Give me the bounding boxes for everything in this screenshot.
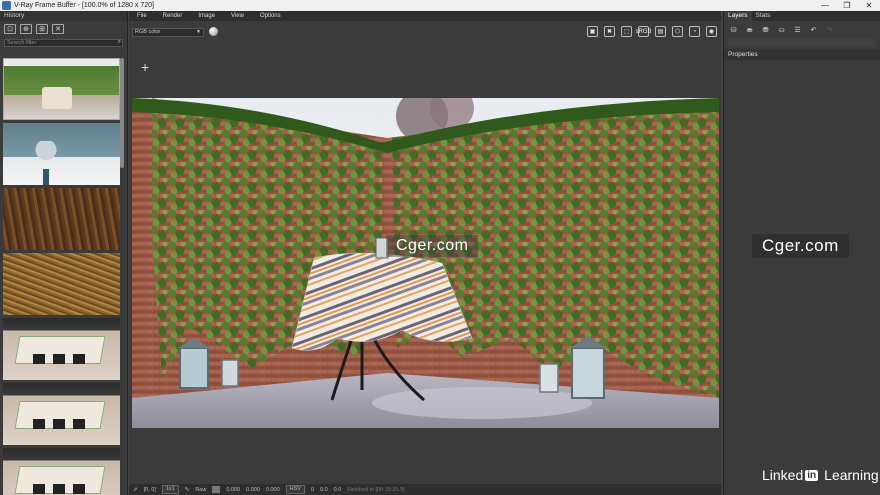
region-icon[interactable]: ⬚	[621, 26, 632, 37]
status-bar: ⇗ [0, 0] 1x1 ✎ Raw 0.000 0.000 0.000 HSV…	[129, 484, 721, 495]
menu-image[interactable]: Image	[190, 11, 223, 21]
linkedin-learning-logo: Linked in Learning	[762, 467, 879, 483]
layers-tree[interactable]	[728, 39, 876, 47]
tab-stats[interactable]: Stats	[752, 11, 775, 21]
toolbar-icons: ▣ ✖ ⬚ sRGB ▤ ⬡ ◔ ◉	[587, 26, 717, 37]
linkedin-prefix: Linked	[762, 467, 804, 483]
clear-icon[interactable]: ✖	[604, 26, 615, 37]
vray-app-icon	[2, 1, 11, 10]
maximize-button[interactable]: ❐	[836, 0, 858, 11]
history-thumbnail[interactable]	[3, 383, 120, 445]
remove-history-icon[interactable]: ✕	[52, 24, 64, 34]
search-icon: ⌕	[117, 39, 121, 45]
channel-select[interactable]: RGB color ▼	[132, 28, 204, 37]
compare-history-icon[interactable]: ⊞	[36, 24, 48, 34]
history-search-placeholder: Search filter	[7, 40, 37, 46]
zoom-select[interactable]: 1x1	[161, 485, 179, 494]
render-viewport[interactable]: +	[129, 43, 721, 484]
history-scrollbar[interactable]	[120, 58, 124, 168]
linkedin-suffix: Learning	[824, 467, 879, 483]
right-panel-tabs: Layers Stats	[724, 11, 880, 21]
linkedin-in-box: in	[805, 469, 819, 481]
cger-watermark: Cger.com	[386, 235, 479, 257]
history-search-input[interactable]: Search filter ⌕	[4, 39, 123, 47]
menu-file[interactable]: File	[129, 11, 155, 21]
history-toolbar: ⊡ ⊕ ⊞ ✕	[0, 21, 127, 39]
srgb-icon[interactable]: sRGB	[636, 26, 652, 37]
cger-watermark: Cger.com	[752, 234, 849, 258]
status-message: Finished in [00:15:25.9]	[347, 486, 405, 493]
properties-header: Properties	[724, 49, 880, 60]
channel-select-value: RGB color	[135, 29, 161, 35]
frame-buffer-toolbar: RGB color ▼ ▣ ✖ ⬚ sRGB ▤ ⬡ ◔ ◉	[129, 21, 721, 43]
hsv-s: 0.0	[320, 486, 328, 493]
layer-list-icon[interactable]: ☰	[792, 25, 803, 35]
tab-layers[interactable]: Layers	[724, 11, 752, 21]
save-icon[interactable]: ▣	[587, 26, 598, 37]
create-layer-icon[interactable]: ⛁	[728, 25, 739, 35]
hsv-h: 0	[310, 486, 315, 493]
title-bar: V-Ray Frame Buffer - [100.0% of 1280 x 7…	[0, 0, 880, 11]
garden-render-svg	[132, 98, 719, 428]
menu-view[interactable]: View	[223, 11, 252, 21]
minimize-button[interactable]: —	[814, 0, 836, 11]
history-thumbnail[interactable]	[3, 58, 120, 120]
window-title: V-Ray Frame Buffer - [100.0% of 1280 x 7…	[14, 2, 154, 9]
load-history-icon[interactable]: ⊕	[20, 24, 32, 34]
history-thumbnail[interactable]	[3, 253, 120, 315]
value-b: 0.000	[265, 486, 280, 493]
load-layers-icon[interactable]: ⛀	[776, 25, 787, 35]
stop-icon[interactable]: ⬡	[672, 26, 683, 37]
history-thumbnails	[3, 58, 120, 495]
window-controls: — ❐ ✕	[814, 0, 880, 11]
color-sphere-icon[interactable]	[209, 27, 218, 36]
menu-bar: File Render Image View Options	[129, 11, 721, 21]
undo-icon[interactable]: ↶	[808, 25, 819, 35]
pick-icon[interactable]: ⇗	[133, 487, 138, 493]
teapot-icon[interactable]: ◉	[706, 26, 717, 37]
pixel-color-swatch	[212, 486, 221, 493]
history-thumbnail[interactable]	[3, 318, 120, 380]
color-space-select[interactable]: HSV	[285, 485, 305, 494]
redo-icon[interactable]: ↷	[824, 25, 835, 35]
menu-options[interactable]: Options	[252, 11, 289, 21]
layer-toolbar: ⛁ ⛂ ⛃ ⛀ ☰ ↶ ↷	[724, 21, 880, 39]
pixel-coords: [0, 0]	[143, 486, 156, 493]
save-layers-icon[interactable]: ⛃	[760, 25, 771, 35]
chevron-down-icon: ▼	[196, 29, 201, 35]
save-to-history-icon[interactable]: ⊡	[4, 24, 16, 34]
value-g: 0.000	[246, 486, 260, 493]
value-r: 0.000	[226, 486, 241, 493]
history-thumbnail[interactable]	[3, 188, 120, 250]
menu-render[interactable]: Render	[155, 11, 191, 21]
history-thumbnail[interactable]	[3, 123, 120, 185]
lens-icon[interactable]: ▤	[655, 26, 666, 37]
history-header: History	[0, 11, 127, 21]
eyedropper-icon[interactable]: ✎	[185, 487, 190, 493]
history-panel: History ⊡ ⊕ ⊞ ✕ Search filter ⌕	[0, 11, 128, 495]
render-icon[interactable]: ◔	[689, 26, 700, 37]
mode-label: Raw	[195, 486, 207, 493]
close-button[interactable]: ✕	[858, 0, 880, 11]
rendered-image	[132, 98, 719, 428]
crosshair-icon: +	[141, 59, 150, 75]
hsv-v: 0.0	[333, 486, 342, 493]
delete-layer-icon[interactable]: ⛂	[744, 25, 755, 35]
history-thumbnail[interactable]	[3, 448, 120, 495]
